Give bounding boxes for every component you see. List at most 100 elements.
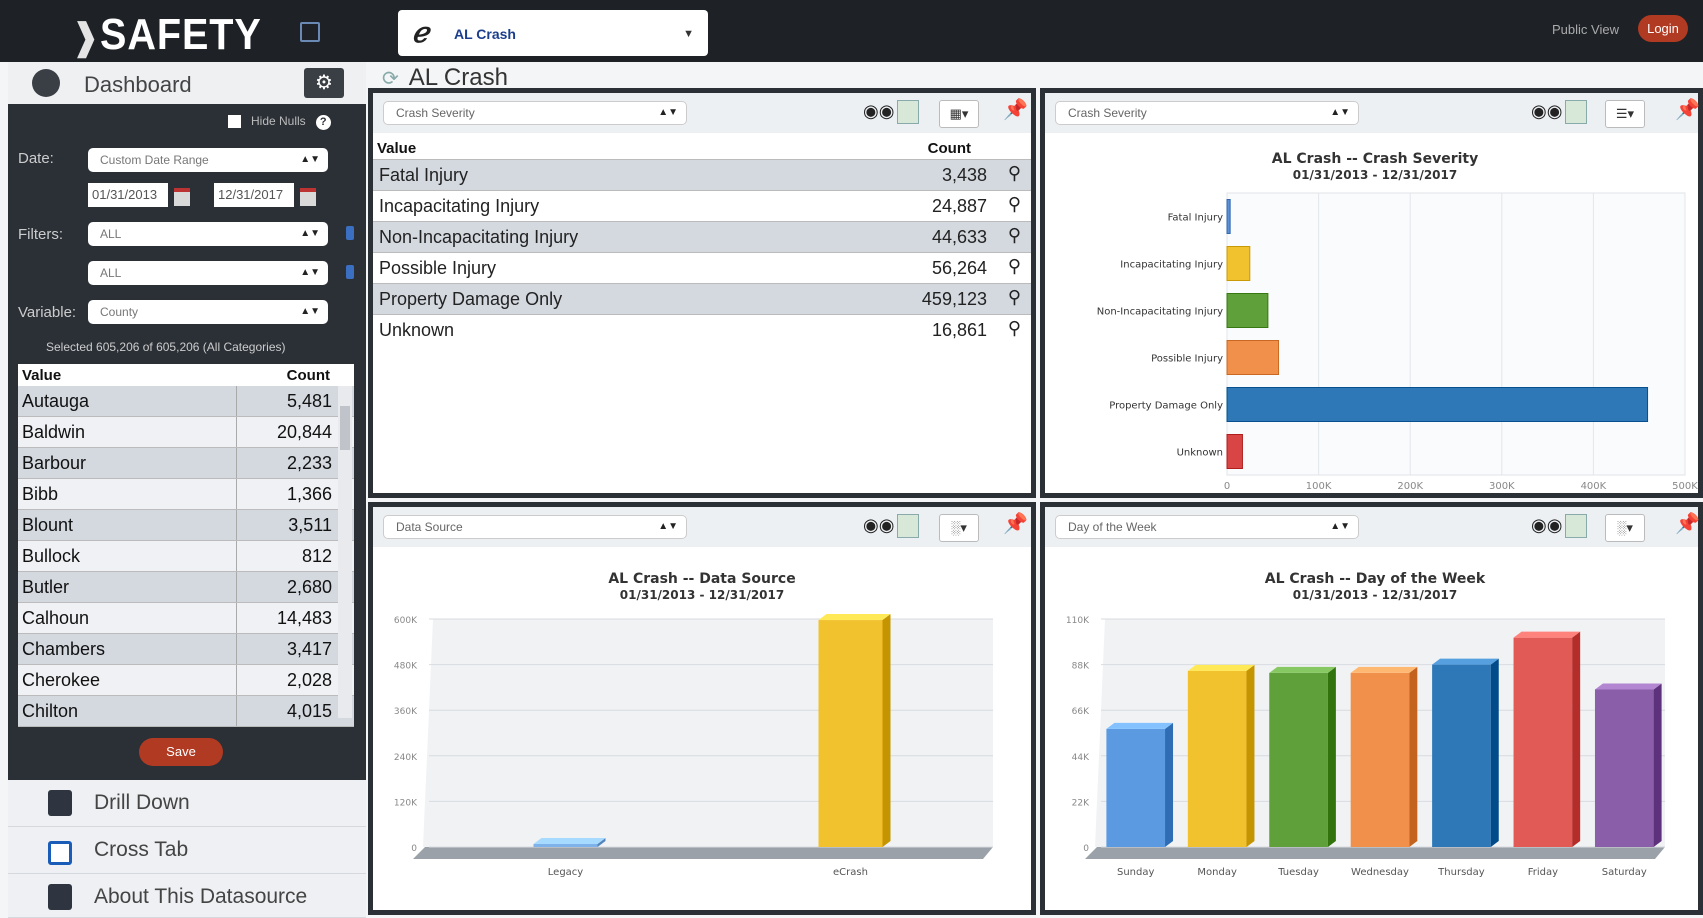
map-icon[interactable]: [300, 22, 320, 42]
table-row[interactable]: Non-Incapacitating Injury 44,633 ⚲: [373, 221, 1031, 252]
filter-info-icon[interactable]: [346, 226, 354, 240]
table-row[interactable]: Possible Injury 56,264 ⚲: [373, 252, 1031, 283]
table-row[interactable]: Cherokee 2,028: [18, 665, 354, 696]
save-button[interactable]: Save: [139, 738, 223, 766]
variable-select[interactable]: County ▲▼: [88, 300, 328, 324]
chart-subtitle: 01/31/2013 - 12/31/2017: [1293, 588, 1457, 602]
panel-day-of-week-chart: Day of the Week ▲▼ ◉◉ ░▾ 📌 AL Crash -- Da…: [1040, 502, 1703, 915]
table-row[interactable]: Barbour 2,233: [18, 448, 354, 479]
filter-select-1[interactable]: ALL ▲▼: [88, 222, 328, 246]
x-tick-label: Thursday: [1437, 867, 1485, 878]
pin-icon[interactable]: 📌: [1003, 97, 1028, 121]
app-logo[interactable]: ❱SAFETY: [72, 10, 262, 60]
column-header-count[interactable]: Count: [287, 367, 330, 384]
row-value: Barbour: [22, 453, 87, 473]
table-row[interactable]: Blount 3,511: [18, 510, 354, 541]
variable-select[interactable]: Crash Severity ▲▼: [1055, 101, 1359, 125]
binoculars-icon[interactable]: ◉◉: [1531, 515, 1562, 535]
variable-select[interactable]: Crash Severity ▲▼: [383, 101, 687, 125]
view-toggle-column-icon[interactable]: ░▾: [1605, 514, 1645, 542]
binoculars-icon[interactable]: ◉◉: [1531, 101, 1562, 121]
nav-drill-down[interactable]: Drill Down: [8, 780, 366, 827]
public-view-link[interactable]: Public View: [1552, 22, 1619, 37]
magnifier-icon[interactable]: ⚲: [1008, 163, 1021, 184]
variable-select[interactable]: Data Source ▲▼: [383, 515, 687, 539]
view-toggle-bar-icon[interactable]: ☰▾: [1605, 100, 1645, 128]
data-source-bar-chart: AL Crash -- Data Source01/31/2013 - 12/3…: [394, 571, 993, 878]
table-row[interactable]: Baldwin 20,844: [18, 417, 354, 448]
chevron-down-icon: ▼: [683, 28, 694, 40]
bar: [1513, 637, 1573, 847]
table-row[interactable]: Chilton 4,015: [18, 696, 354, 727]
hide-nulls-checkbox[interactable]: [228, 115, 241, 129]
filter-info-icon[interactable]: [346, 265, 354, 279]
bar: [1594, 689, 1654, 847]
magnifier-icon[interactable]: ⚲: [1008, 194, 1021, 215]
view-toggle-column-icon[interactable]: ░▾: [939, 514, 979, 542]
filter-select-2[interactable]: ALL ▲▼: [88, 261, 328, 285]
refresh-icon[interactable]: ⟳: [382, 68, 399, 90]
nav-about-datasource[interactable]: About This Datasource: [8, 874, 366, 918]
table-row[interactable]: Calhoun 14,483: [18, 603, 354, 634]
pin-icon[interactable]: 📌: [1003, 511, 1028, 535]
pin-icon[interactable]: 📌: [1675, 97, 1700, 121]
binoculars-icon[interactable]: ◉◉: [863, 101, 894, 121]
bar-side: [1409, 666, 1418, 847]
excel-export-icon[interactable]: [1565, 100, 1587, 124]
calendar-icon[interactable]: [300, 188, 316, 206]
table-row[interactable]: Bullock 812: [18, 541, 354, 572]
excel-export-icon[interactable]: [1565, 514, 1587, 538]
variable-select[interactable]: Day of the Week ▲▼: [1055, 515, 1359, 539]
panel-toolbar: Crash Severity ▲▼ ◉◉ ▦▾ 📌: [373, 93, 1031, 133]
gear-icon[interactable]: ⚙: [304, 68, 344, 98]
table-row[interactable]: Autauga 5,481: [18, 386, 354, 417]
cross-tab-icon: [48, 841, 72, 865]
x-tick-label: 300K: [1489, 481, 1515, 492]
date-to-input[interactable]: 12/31/2017: [214, 183, 294, 207]
datasource-select[interactable]: ℯ AL Crash ▼: [398, 10, 708, 56]
panel-toolbar: Crash Severity ▲▼ ◉◉ ☰▾ 📌: [1045, 93, 1700, 133]
row-count: 1,366: [286, 484, 332, 504]
excel-export-icon[interactable]: [897, 514, 919, 538]
chart-title: AL Crash -- Crash Severity: [1272, 151, 1478, 167]
bar: [1187, 670, 1247, 847]
table-scrollbar[interactable]: [338, 386, 352, 718]
dashboard-header[interactable]: Dashboard ⚙: [8, 62, 366, 104]
calendar-icon[interactable]: [174, 188, 190, 206]
hide-nulls-toggle[interactable]: Hide Nulls?: [228, 114, 331, 130]
select-arrows-icon: ▲▼: [300, 154, 320, 165]
date-from-input[interactable]: 01/31/2013: [88, 183, 168, 207]
scrollbar-thumb[interactable]: [340, 406, 350, 450]
binoculars-icon[interactable]: ◉◉: [863, 515, 894, 535]
table-row[interactable]: Butler 2,680: [18, 572, 354, 603]
pin-icon[interactable]: 📌: [1675, 511, 1700, 535]
excel-export-icon[interactable]: [897, 100, 919, 124]
column-divider: [236, 541, 237, 571]
date-range-select[interactable]: Custom Date Range ▲▼: [88, 148, 328, 172]
bar: [1350, 672, 1410, 847]
column-divider: [236, 696, 237, 726]
magnifier-icon[interactable]: ⚲: [1008, 287, 1021, 308]
row-value: Bibb: [22, 484, 59, 504]
bar-top: [1594, 683, 1662, 690]
magnifier-icon[interactable]: ⚲: [1008, 318, 1021, 339]
column-header-value[interactable]: Value: [22, 367, 61, 384]
help-icon[interactable]: ?: [315, 115, 331, 130]
column-divider: [236, 665, 237, 695]
magnifier-icon[interactable]: ⚲: [1008, 256, 1021, 277]
view-toggle-table-icon[interactable]: ▦▾: [939, 100, 979, 128]
table-row[interactable]: Property Damage Only 459,123 ⚲: [373, 283, 1031, 314]
nav-cross-tab[interactable]: Cross Tab: [8, 827, 366, 874]
table-row[interactable]: Bibb 1,366: [18, 479, 354, 510]
login-button[interactable]: Login: [1638, 15, 1688, 42]
x-tick-label: Monday: [1197, 867, 1237, 878]
table-row[interactable]: Fatal Injury 3,438 ⚲: [373, 159, 1031, 190]
row-count: 2,233: [286, 453, 332, 473]
table-row[interactable]: Chambers 3,417: [18, 634, 354, 665]
table-row[interactable]: Unknown 16,861 ⚲: [373, 314, 1031, 345]
column-header-count[interactable]: Count: [928, 140, 971, 157]
table-row[interactable]: Incapacitating Injury 24,887 ⚲: [373, 190, 1031, 221]
bar-top: [1106, 722, 1174, 729]
magnifier-icon[interactable]: ⚲: [1008, 225, 1021, 246]
column-header-value[interactable]: Value: [377, 140, 416, 157]
